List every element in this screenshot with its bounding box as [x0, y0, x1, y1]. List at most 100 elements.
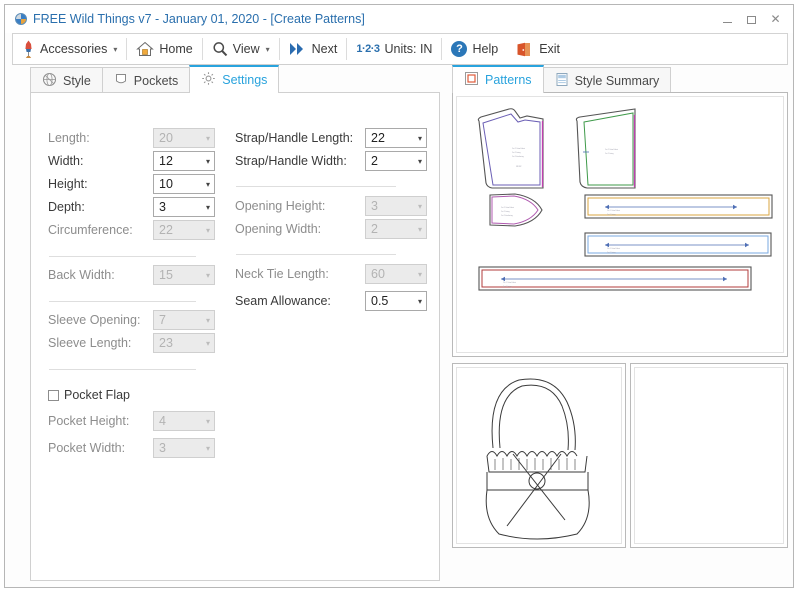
pocket-square-icon: [114, 72, 128, 89]
secondary-preview-canvas: [634, 367, 784, 544]
field-pocket-width-input[interactable]: 3 ▾: [153, 438, 215, 458]
field-strap-handle-length-input[interactable]: 22 ▾: [365, 128, 427, 148]
main-content: Style Pockets Settings Length: 20 ▾ Widt…: [12, 65, 788, 581]
pattern-piece-flap: Cut 2 Outer Fabric Cut 2 Lining Cut 2 In…: [489, 193, 543, 227]
close-button[interactable]: ✕: [770, 13, 781, 25]
field-opening-width-input[interactable]: 2 ▾: [365, 219, 427, 239]
field-width: Width: 12 ▾: [48, 151, 215, 171]
tab-style-summary[interactable]: Style Summary: [542, 67, 672, 93]
toolbar-units[interactable]: 1·2·3 Units: IN: [347, 34, 441, 64]
field-opening-height-label: Opening Height:: [235, 199, 326, 213]
field-neck-tie-length-value: 60: [371, 267, 385, 281]
tab-settings[interactable]: Settings: [189, 65, 280, 93]
pocket-flap-checkbox-row[interactable]: Pocket Flap: [48, 388, 130, 402]
field-length-label: Length:: [48, 131, 90, 145]
divider: [236, 254, 396, 255]
chevron-down-icon: ▾: [113, 44, 118, 54]
field-width-label: Width:: [48, 154, 84, 168]
document-icon: [555, 72, 569, 90]
chevron-down-icon: ▾: [205, 202, 210, 212]
tab-pockets[interactable]: Pockets: [101, 67, 191, 93]
chevron-down-icon: ▾: [205, 225, 210, 235]
maximize-button[interactable]: [746, 14, 757, 25]
pattern-sheet-canvas: Cut 2 Outer Fabric Cut 2 Lining Cut 2 In…: [456, 96, 784, 353]
field-back-width-input[interactable]: 15 ▾: [153, 265, 215, 285]
window-controls: ✕: [722, 13, 781, 25]
patterns-panel: Cut 2 Outer Fabric Cut 2 Lining Cut 2 In…: [452, 92, 788, 581]
window-title: FREE Wild Things v7 - January 01, 2020 -…: [33, 12, 365, 26]
field-opening-height-value: 3: [371, 199, 378, 213]
app-circle-icon: [15, 13, 27, 25]
field-pocket-height-input[interactable]: 4 ▾: [153, 411, 215, 431]
pattern-piece-tie: Cut 1 Outer Fabric Cut 1 Lining: [478, 266, 752, 291]
toolbar-accessories[interactable]: Accessories ▾: [13, 34, 126, 64]
field-height-label: Height:: [48, 177, 88, 191]
field-neck-tie-length-input[interactable]: 60 ▾: [365, 264, 427, 284]
field-width-input[interactable]: 12 ▾: [153, 151, 215, 171]
settings-panel: Length: 20 ▾ Width: 12 ▾ Height: 10 ▾ De…: [30, 92, 440, 581]
chevron-down-icon: ▾: [417, 269, 422, 279]
pattern-piece-strap-mid: Cut 1 Outer Fabric Cut 1 Lining: [584, 232, 772, 257]
field-height-input[interactable]: 10 ▾: [153, 174, 215, 194]
field-sleeve-length: Sleeve Length: 23 ▾: [48, 333, 215, 353]
chevron-down-icon: ▾: [205, 179, 210, 189]
field-depth-input[interactable]: 3 ▾: [153, 197, 215, 217]
field-opening-width: Opening Width: 2 ▾: [235, 219, 427, 239]
divider: [49, 256, 196, 257]
field-depth: Depth: 3 ▾: [48, 197, 215, 217]
toolbar-home-label: Home: [159, 42, 193, 56]
field-sleeve-opening-value: 7: [159, 313, 166, 327]
toolbar-exit-label: Exit: [539, 42, 561, 56]
field-back-width-label: Back Width:: [48, 268, 115, 282]
field-length-value: 20: [159, 131, 173, 145]
toolbar-view[interactable]: View ▾: [203, 34, 279, 64]
style-sketch-box[interactable]: [452, 363, 626, 548]
field-pocket-height: Pocket Height: 4 ▾: [48, 411, 215, 431]
tab-style-summary-label: Style Summary: [574, 73, 660, 88]
toolbar-home[interactable]: Home: [127, 34, 201, 64]
toolbar-help[interactable]: ? Help: [442, 34, 507, 64]
field-opening-height-input[interactable]: 3 ▾: [365, 196, 427, 216]
toolbar-exit[interactable]: Exit: [507, 34, 569, 64]
field-opening-height: Opening Height: 3 ▾: [235, 196, 427, 216]
field-seam-allowance-input[interactable]: 0.5 ▾: [365, 291, 427, 311]
field-neck-tie-length-label: Neck Tie Length:: [235, 267, 329, 281]
field-strap-handle-width: Strap/Handle Width: 2 ▾: [235, 151, 427, 171]
tab-style[interactable]: Style: [30, 67, 103, 93]
chevron-down-icon: ▾: [265, 44, 270, 54]
field-back-width: Back Width: 15 ▾: [48, 265, 215, 285]
field-circumference: Circumference: 22 ▾: [48, 220, 215, 240]
handbag-line-drawing: [485, 378, 590, 540]
field-opening-width-label: Opening Width:: [235, 222, 322, 236]
field-seam-allowance-value: 0.5: [371, 294, 389, 308]
chevron-down-icon: ▾: [205, 443, 210, 453]
right-tabstrip: Patterns Style Summary: [452, 65, 672, 93]
toolbar-next-label: Next: [311, 42, 338, 56]
pocket-flap-checkbox[interactable]: [48, 389, 59, 401]
dress-form-icon: [22, 39, 35, 59]
chevron-down-icon: ▾: [205, 133, 210, 143]
globe-crosshair-icon: [42, 72, 57, 90]
minimize-button[interactable]: [722, 14, 733, 25]
secondary-preview-box[interactable]: [630, 363, 788, 548]
one-two-three-icon: 1·2·3: [356, 43, 380, 55]
tab-patterns[interactable]: Patterns: [452, 65, 544, 93]
field-strap-handle-width-input[interactable]: 2 ▾: [365, 151, 427, 171]
field-height: Height: 10 ▾: [48, 174, 215, 194]
field-sleeve-length-input[interactable]: 23 ▾: [153, 333, 215, 353]
field-strap-handle-length-value: 22: [371, 131, 385, 145]
field-width-value: 12: [159, 154, 173, 168]
field-depth-label: Depth:: [48, 200, 85, 214]
field-sleeve-opening-input[interactable]: 7 ▾: [153, 310, 215, 330]
divider: [236, 186, 396, 187]
field-length-input[interactable]: 20 ▾: [153, 128, 215, 148]
field-circumference-input[interactable]: 22 ▾: [153, 220, 215, 240]
toolbar-accessories-label: Accessories: [40, 42, 108, 56]
field-neck-tie-length: Neck Tie Length: 60 ▾: [235, 264, 427, 284]
tab-pockets-label: Pockets: [133, 73, 179, 88]
divider: [49, 369, 196, 370]
toolbar-next[interactable]: Next: [280, 34, 347, 64]
chevron-down-icon: ▾: [205, 338, 210, 348]
field-pocket-width-label: Pocket Width:: [48, 441, 126, 455]
pattern-sheet[interactable]: Cut 2 Outer Fabric Cut 2 Lining Cut 2 In…: [452, 92, 788, 357]
